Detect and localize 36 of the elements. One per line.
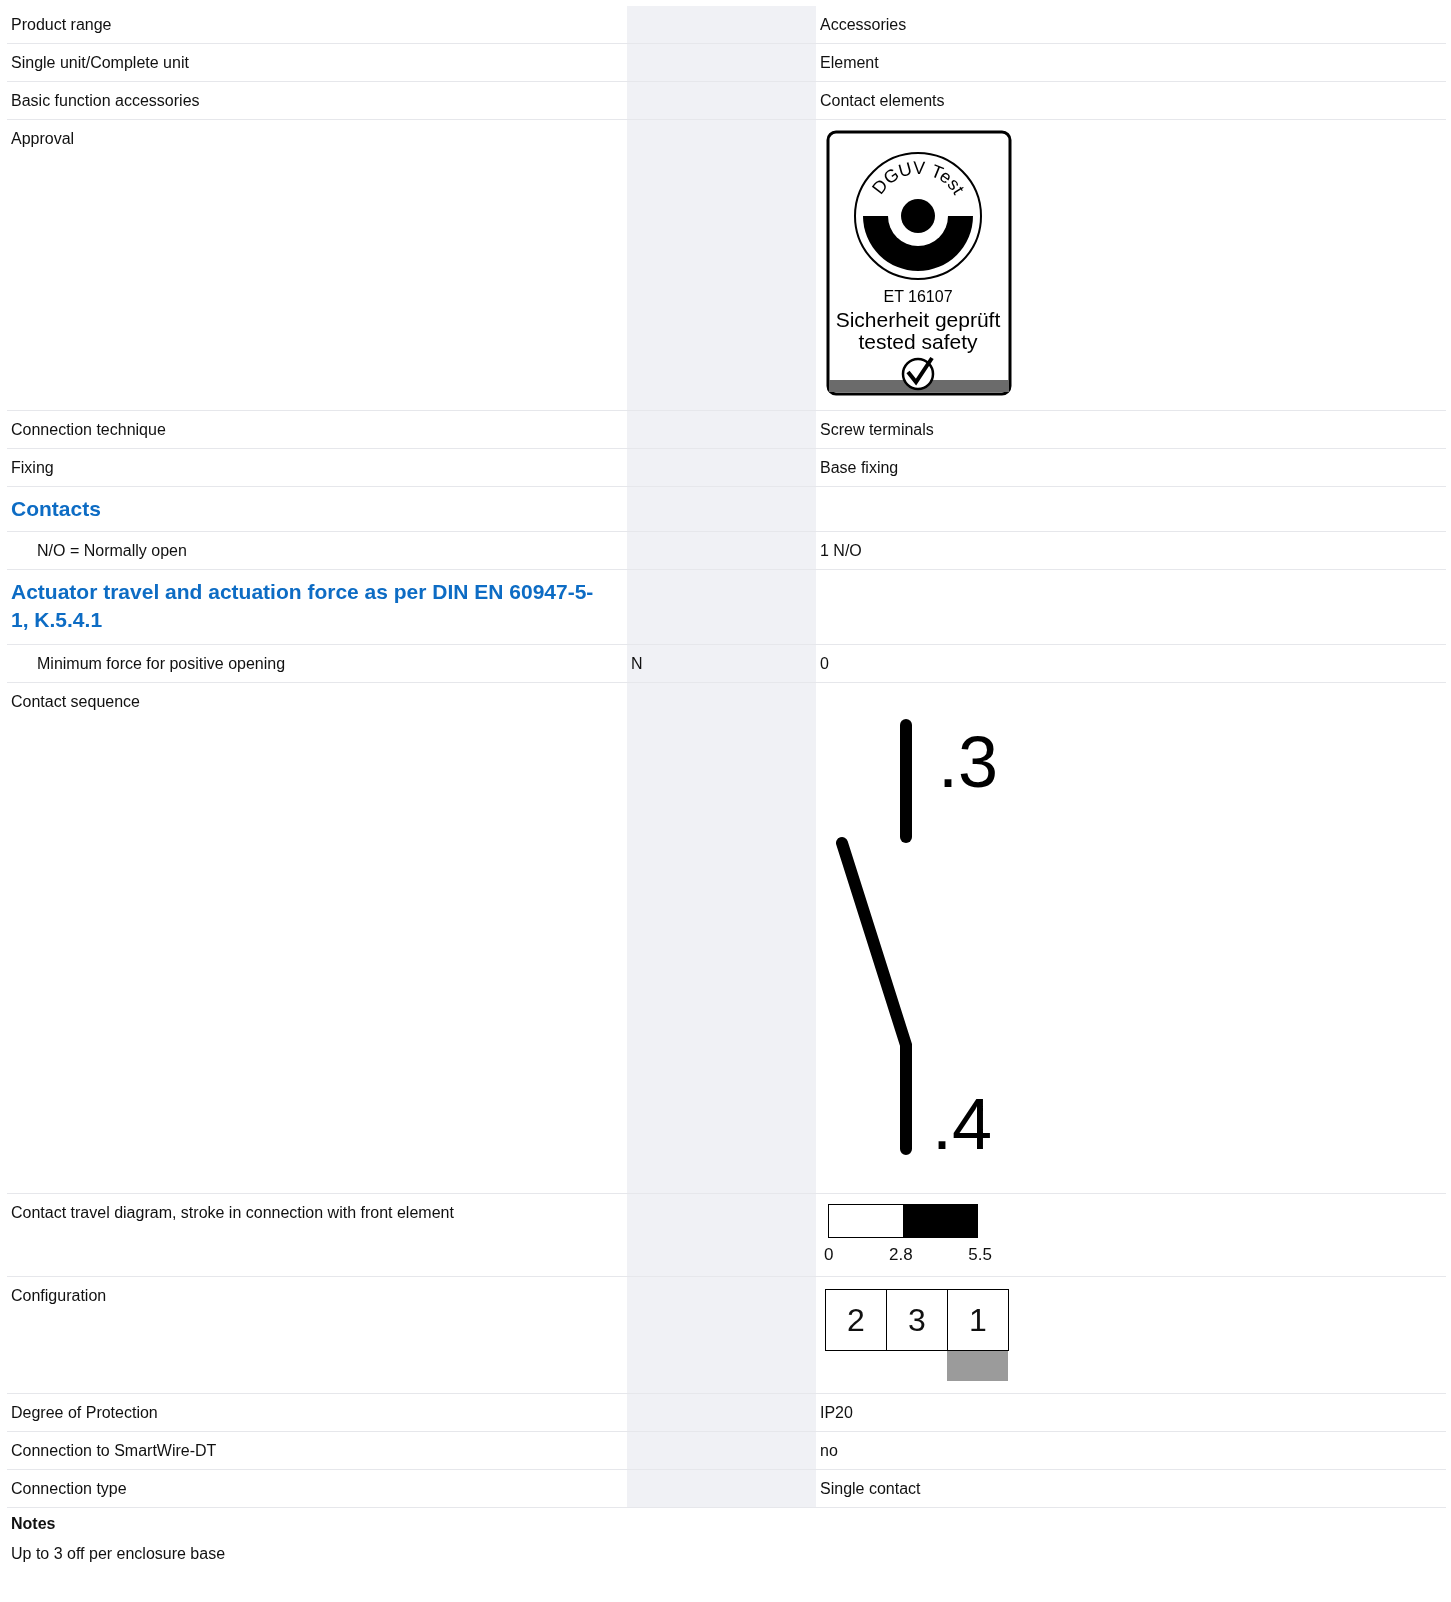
property-label: Contact travel diagram, stroke in connection with front element bbox=[11, 1204, 454, 1221]
value-text: no bbox=[820, 1442, 838, 1459]
notes-heading: Notes bbox=[10, 1514, 57, 1534]
property-label: Connection type bbox=[11, 1480, 127, 1497]
tick-label: 5.5 bbox=[968, 1244, 992, 1265]
value-text: Accessories bbox=[820, 16, 907, 33]
value-text: Element bbox=[820, 54, 879, 71]
section-heading: Contacts bbox=[11, 496, 102, 522]
position-cell: 1 bbox=[947, 1289, 1009, 1351]
contact-symbol-drawing: .3 .4 bbox=[820, 719, 1020, 1179]
property-label: Single unit/Complete unit bbox=[11, 54, 189, 71]
position-cell: 2 bbox=[825, 1289, 887, 1351]
property-label: Connection technique bbox=[11, 421, 166, 438]
tick-label: 2.8 bbox=[889, 1244, 913, 1265]
value-text: 0 bbox=[820, 655, 829, 672]
property-label: Degree of Protection bbox=[11, 1404, 158, 1421]
notes-text: Up to 3 off per enclosure base bbox=[10, 1544, 227, 1564]
position-cell: 3 bbox=[886, 1289, 948, 1351]
tick-label: 0 bbox=[824, 1244, 834, 1265]
property-label: Basic function accessories bbox=[11, 92, 200, 109]
property-label: Fixing bbox=[11, 459, 54, 476]
value-text: Single contact bbox=[820, 1480, 921, 1497]
property-label: Approval bbox=[11, 130, 75, 147]
property-label: Contact sequence bbox=[11, 693, 140, 710]
property-label: N/O = Normally open bbox=[37, 542, 187, 559]
value-text: Contact elements bbox=[820, 92, 945, 109]
property-label: Minimum force for positive opening bbox=[37, 655, 286, 672]
value-text: Base fixing bbox=[820, 459, 899, 476]
value-text: Screw terminals bbox=[820, 421, 934, 438]
section-heading: Actuator travel and actuation force as per DIN EN 60947-5-1, K.5.4.1 bbox=[11, 579, 595, 633]
property-label: Product range bbox=[11, 16, 112, 33]
value-text: 1 N/O bbox=[820, 542, 862, 559]
value-text: IP20 bbox=[820, 1404, 853, 1421]
unit-text: N bbox=[631, 655, 643, 672]
property-label: Configuration bbox=[11, 1287, 107, 1304]
property-label: Connection to SmartWire-DT bbox=[11, 1442, 217, 1459]
